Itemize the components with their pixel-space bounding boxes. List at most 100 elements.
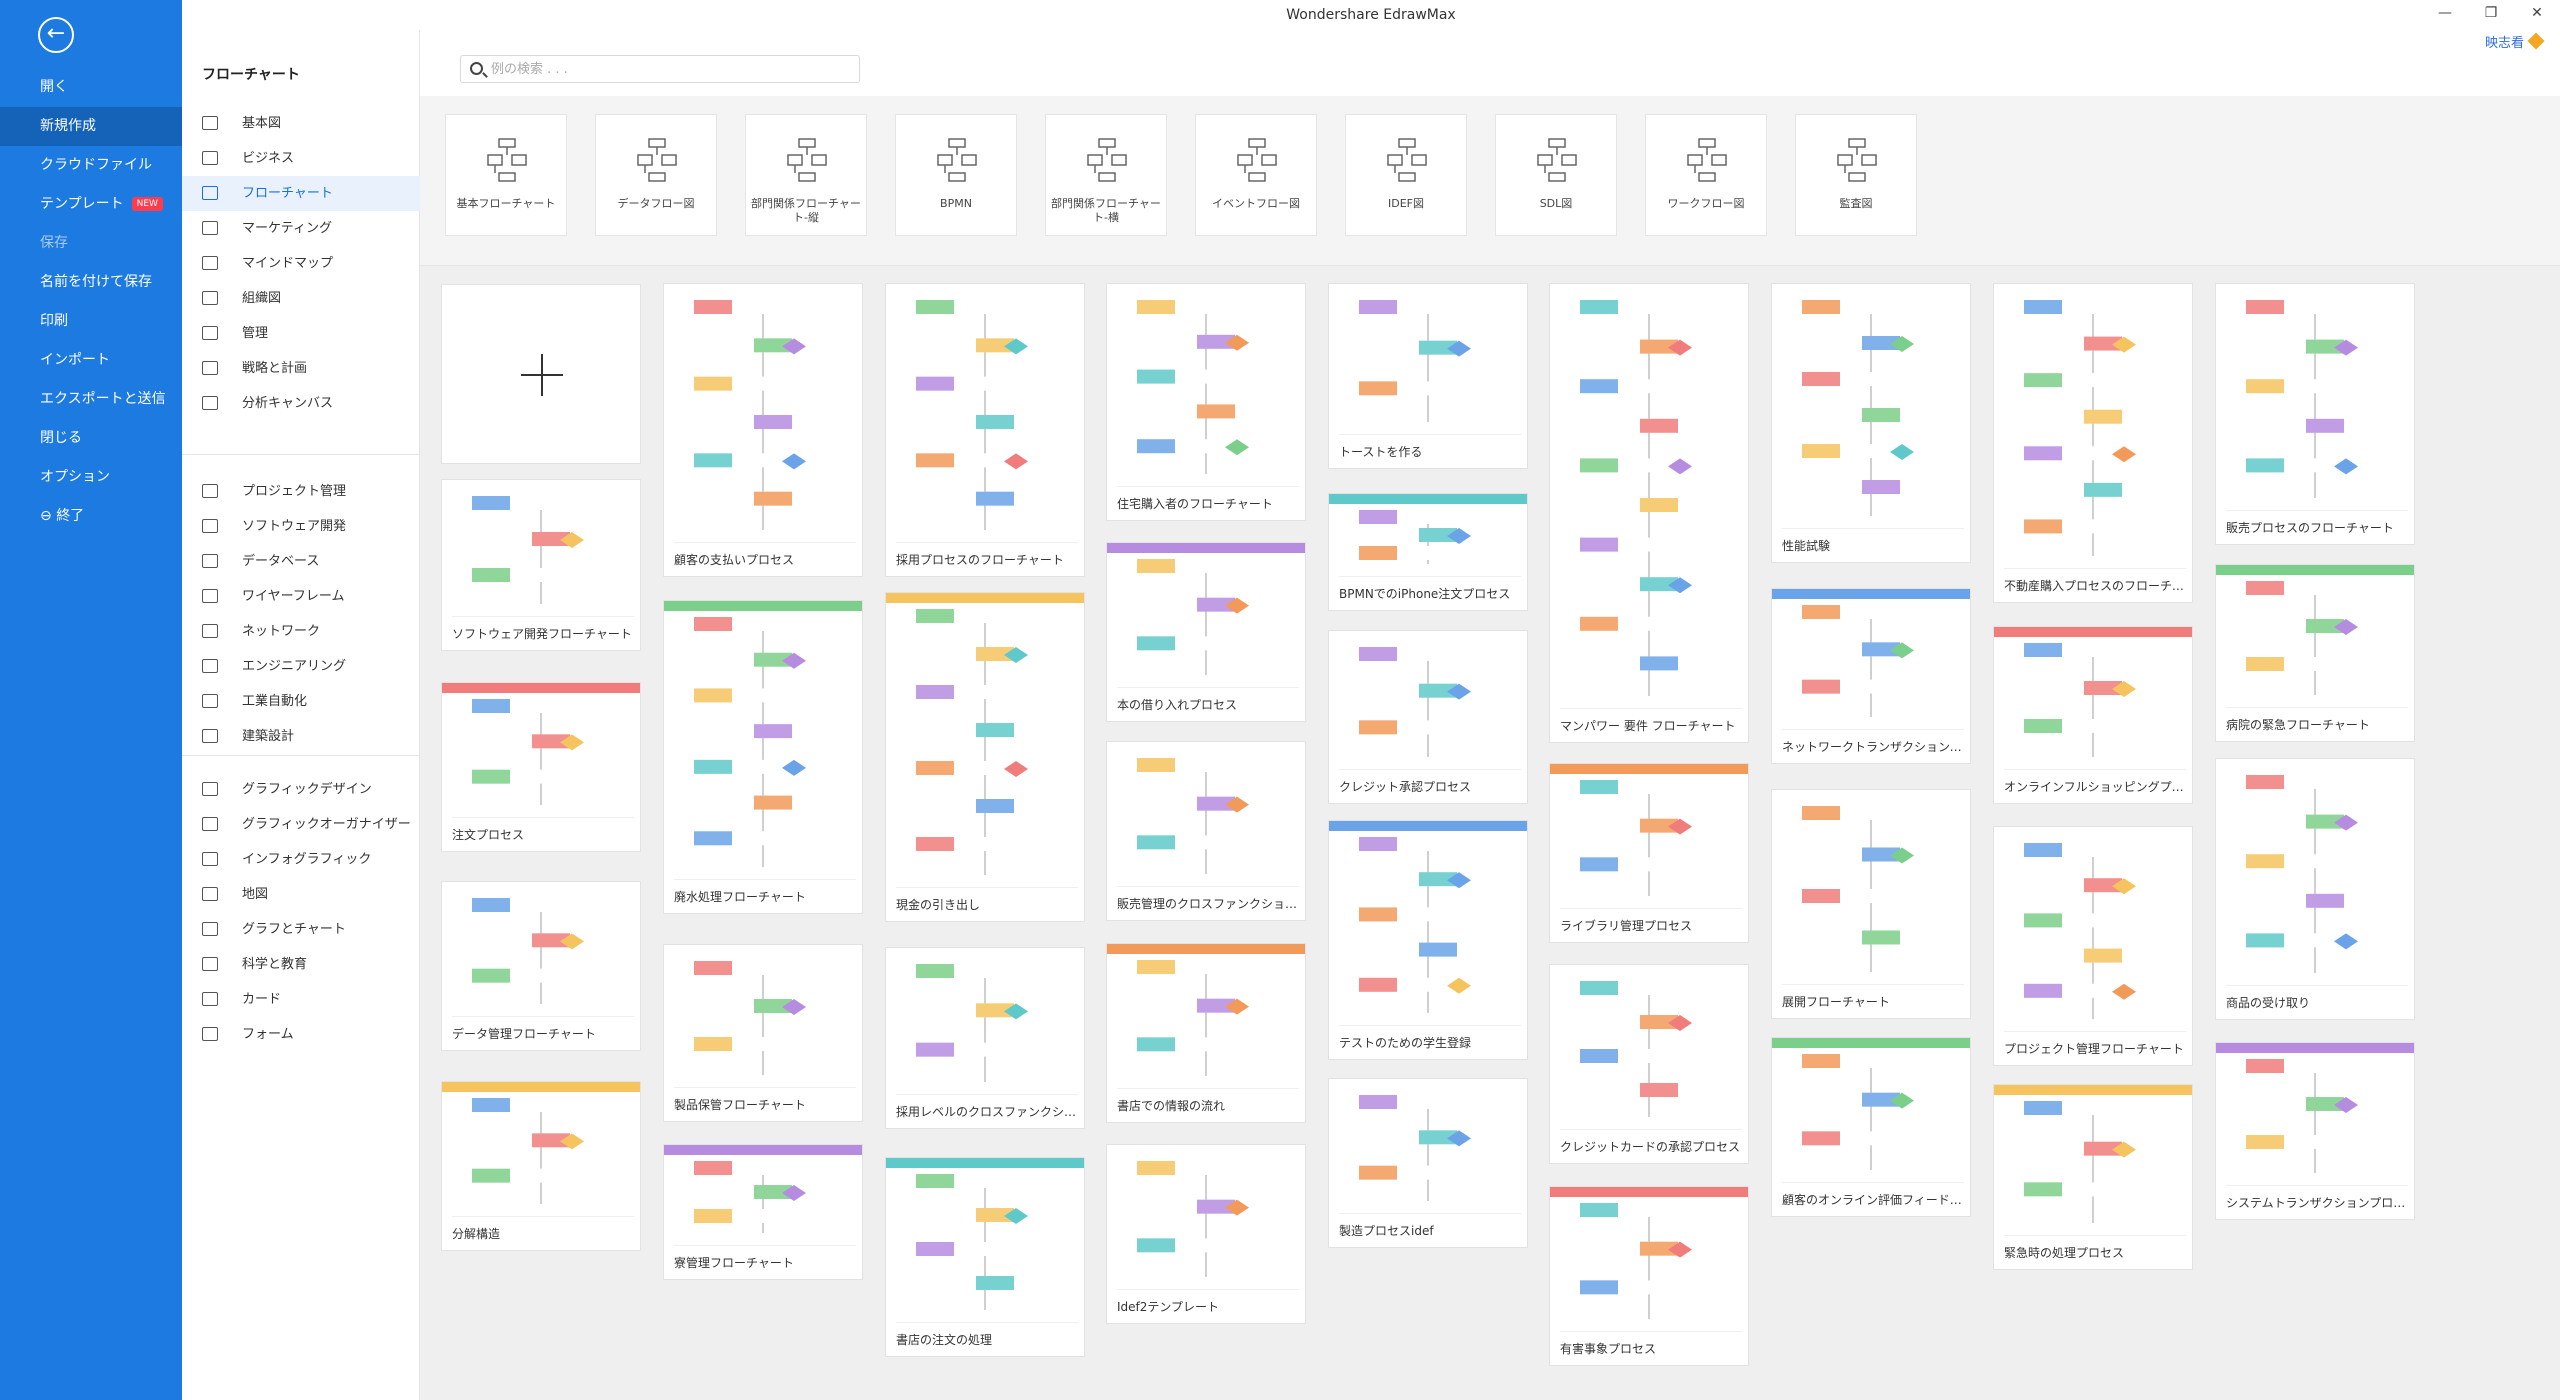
- template-title: システムトランザクションプロセス: [2226, 1185, 2408, 1219]
- diagram-type-card[interactable]: 基本フローチャート: [445, 114, 567, 236]
- template-card[interactable]: トーストを作る: [1328, 283, 1528, 469]
- template-card[interactable]: 製造プロセスidef: [1328, 1078, 1528, 1248]
- file-menu-item-8[interactable]: エクスポートと送信: [0, 380, 182, 419]
- file-menu-item-1[interactable]: 新規作成: [0, 107, 182, 146]
- diagram-type-card[interactable]: SDL図: [1495, 114, 1617, 236]
- template-card[interactable]: 住宅購入者のフローチャート: [1106, 283, 1306, 521]
- diagram-type-card[interactable]: イベントフロー図: [1195, 114, 1317, 236]
- category-item-group1-2[interactable]: フローチャート: [182, 176, 420, 211]
- category-item-label: 管理: [242, 326, 269, 341]
- diagram-type-card[interactable]: 監査図: [1795, 114, 1917, 236]
- template-card[interactable]: 採用レベルのクロスファンクショナ...: [885, 947, 1085, 1129]
- user-account[interactable]: 映志看: [2485, 32, 2545, 51]
- template-card[interactable]: 書店の注文の処理: [885, 1157, 1085, 1357]
- title-bar: Wondershare EdrawMax — ❐ ✕: [182, 0, 2560, 30]
- template-card[interactable]: ネットワークトランザクションプロセス: [1771, 588, 1971, 764]
- category-item-group2-1[interactable]: ソフトウェア開発: [182, 509, 420, 544]
- close-button[interactable]: ✕: [2514, 0, 2560, 30]
- category-item-group3-4[interactable]: グラフとチャート: [182, 912, 420, 947]
- template-card[interactable]: 採用プロセスのフローチャート: [885, 283, 1085, 577]
- category-item-group2-2[interactable]: データベース: [182, 544, 420, 579]
- category-item-group3-7[interactable]: フォーム: [182, 1017, 420, 1052]
- template-card[interactable]: 緊急時の処理プロセス: [1993, 1084, 2193, 1270]
- new-blank-diagram-button[interactable]: [441, 284, 641, 464]
- category-item-group3-2[interactable]: インフォグラフィック: [182, 842, 420, 877]
- template-card[interactable]: BPMNでのiPhone注文プロセス: [1328, 493, 1528, 611]
- template-card[interactable]: ライブラリ管理プロセス: [1549, 763, 1749, 943]
- category-item-group1-4[interactable]: マインドマップ: [182, 246, 420, 281]
- template-card[interactable]: 販売管理のクロスファンクショナル...: [1106, 741, 1306, 921]
- file-menu-item-3[interactable]: テンプレート NEW: [0, 185, 182, 224]
- minimize-button[interactable]: —: [2422, 0, 2468, 30]
- template-card[interactable]: 販売プロセスのフローチャート: [2215, 283, 2415, 545]
- category-item-group1-8[interactable]: 分析キャンバス: [182, 386, 420, 421]
- template-card[interactable]: オンラインフルショッピングプロセス: [1993, 626, 2193, 804]
- category-item-group2-5[interactable]: エンジニアリング: [182, 649, 420, 684]
- category-item-group2-0[interactable]: プロジェクト管理: [182, 474, 420, 509]
- template-card[interactable]: Idef2テンプレート: [1106, 1144, 1306, 1324]
- category-item-group1-7[interactable]: 戦略と計画: [182, 351, 420, 386]
- back-arrow-icon[interactable]: ←: [38, 17, 74, 53]
- template-card[interactable]: 有害事象プロセス: [1549, 1186, 1749, 1366]
- maximize-button[interactable]: ❐: [2468, 0, 2514, 30]
- category-item-group3-3[interactable]: 地図: [182, 877, 420, 912]
- template-card[interactable]: 分解構造: [441, 1081, 641, 1251]
- diagram-type-card[interactable]: データフロー図: [595, 114, 717, 236]
- category-item-group2-6[interactable]: 工業自動化: [182, 684, 420, 719]
- diagram-type-card[interactable]: BPMN: [895, 114, 1017, 236]
- template-card[interactable]: 寮管理フローチャート: [663, 1144, 863, 1280]
- file-menu-item-0[interactable]: 開く: [0, 68, 182, 107]
- category-item-group1-1[interactable]: ビジネス: [182, 141, 420, 176]
- category-item-group2-4[interactable]: ネットワーク: [182, 614, 420, 649]
- template-card[interactable]: プロジェクト管理フローチャート: [1993, 826, 2193, 1066]
- category-icon: [202, 922, 218, 936]
- category-item-group3-6[interactable]: カード: [182, 982, 420, 1017]
- template-card[interactable]: 顧客のオンライン評価フィードバッ...: [1771, 1037, 1971, 1217]
- category-item-group3-0[interactable]: グラフィックデザイン: [182, 772, 420, 807]
- file-menu-item-2[interactable]: クラウドファイル: [0, 146, 182, 185]
- template-card[interactable]: テストのための学生登録: [1328, 820, 1528, 1060]
- template-card[interactable]: クレジット承認プロセス: [1328, 630, 1528, 804]
- file-menu-item-label: 印刷: [40, 313, 68, 329]
- template-card[interactable]: マンパワー 要件 フローチャート: [1549, 283, 1749, 743]
- search-input[interactable]: [491, 59, 851, 79]
- file-menu-item-7[interactable]: インポート: [0, 341, 182, 380]
- template-card[interactable]: 商品の受け取り: [2215, 758, 2415, 1020]
- template-card[interactable]: 病院の緊急フローチャート: [2215, 564, 2415, 742]
- template-title: 住宅購入者のフローチャート: [1117, 486, 1299, 520]
- template-card[interactable]: ソフトウェア開発フローチャート: [441, 479, 641, 651]
- file-menu-item-9[interactable]: 閉じる: [0, 419, 182, 458]
- template-card[interactable]: 本の借り入れプロセス: [1106, 542, 1306, 722]
- category-item-group3-1[interactable]: グラフィックオーガナイザー: [182, 807, 420, 842]
- category-item-group1-5[interactable]: 組織図: [182, 281, 420, 316]
- template-card[interactable]: システムトランザクションプロセス: [2215, 1042, 2415, 1220]
- category-item-group2-3[interactable]: ワイヤーフレーム: [182, 579, 420, 614]
- template-card[interactable]: データ管理フローチャート: [441, 881, 641, 1051]
- diagram-type-card[interactable]: 部門関係フローチャート-縦: [745, 114, 867, 236]
- file-menu-item-5[interactable]: 名前を付けて保存: [0, 263, 182, 302]
- category-item-group2-7[interactable]: 建築設計: [182, 719, 420, 754]
- template-card[interactable]: 製品保管フローチャート: [663, 944, 863, 1122]
- template-card[interactable]: 書店での情報の流れ: [1106, 943, 1306, 1123]
- template-thumbnail: [664, 1145, 862, 1247]
- template-card[interactable]: クレジットカードの承認プロセス: [1549, 964, 1749, 1164]
- template-search-box[interactable]: [460, 55, 860, 83]
- diagram-type-card[interactable]: ワークフロー図: [1645, 114, 1767, 236]
- template-card[interactable]: 顧客の支払いプロセス: [663, 283, 863, 577]
- template-card[interactable]: 注文プロセス: [441, 682, 641, 852]
- template-card[interactable]: 不動産購入プロセスのフローチャート: [1993, 283, 2193, 603]
- template-card[interactable]: 廃水処理フローチャート: [663, 600, 863, 914]
- template-card[interactable]: 現金の引き出し: [885, 592, 1085, 922]
- template-card[interactable]: 性能試験: [1771, 283, 1971, 563]
- category-item-group1-6[interactable]: 管理: [182, 316, 420, 351]
- file-menu-item-4[interactable]: 保存: [0, 224, 182, 263]
- diagram-type-card[interactable]: IDEF図: [1345, 114, 1467, 236]
- template-card[interactable]: 展開フローチャート: [1771, 789, 1971, 1019]
- category-item-group1-0[interactable]: 基本図: [182, 106, 420, 141]
- file-menu-item-6[interactable]: 印刷: [0, 302, 182, 341]
- file-menu-item-10[interactable]: オプション: [0, 458, 182, 497]
- category-item-group3-5[interactable]: 科学と教育: [182, 947, 420, 982]
- file-menu-item-11[interactable]: ⊖ 終了: [0, 497, 182, 536]
- diagram-type-card[interactable]: 部門関係フローチャート-横: [1045, 114, 1167, 236]
- category-item-group1-3[interactable]: マーケティング: [182, 211, 420, 246]
